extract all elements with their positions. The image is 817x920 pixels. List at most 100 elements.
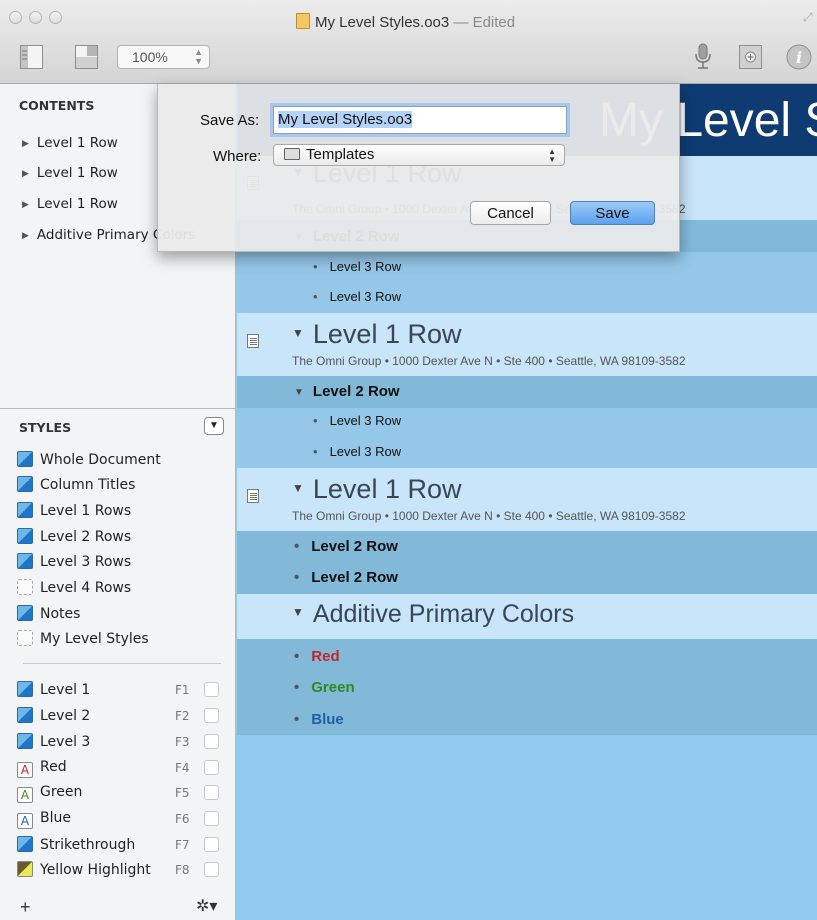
window-title-text: My Level Styles.oo3 [315,14,450,31]
disclosure-triangle-icon[interactable]: ▶ [22,139,29,149]
disclosure-triangle-icon[interactable]: ▼ [294,387,304,398]
level2-label: Level 2 Row [312,383,400,400]
contents-item[interactable]: ▶ Level 1 Row [22,165,118,181]
text-color-a-icon: A [17,787,33,803]
named-style-item[interactable]: Strikethrough F7 [17,836,227,856]
document-icon [296,13,310,29]
style-checkbox[interactable] [204,837,219,852]
style-swatch-icon [17,605,33,621]
named-style-item[interactable]: Yellow Highlight F8 [17,861,227,881]
fullscreen-icon[interactable]: ⤢ [803,10,813,25]
contents-item[interactable]: ▶ Level 1 Row [22,135,118,151]
named-style-item[interactable]: Level 1 F1 [17,681,227,701]
shortcut-key: F7 [175,838,190,852]
style-checkbox[interactable] [204,785,219,800]
named-style-item[interactable]: Level 2 F2 [17,707,227,727]
style-checkbox[interactable] [204,811,219,826]
style-item[interactable]: Level 3 Rows [17,553,227,573]
cancel-button[interactable]: Cancel [470,201,551,225]
styles-menu-button[interactable]: ▼ [204,417,224,435]
level2-row[interactable]: • Red [237,639,817,671]
level3-row[interactable]: • Level 3 Row [237,252,817,282]
style-swatch-icon [17,553,33,569]
style-swatch-icon [17,476,33,492]
style-label: Red [40,759,67,775]
level1-row[interactable]: ▼ Additive Primary Colors [237,594,817,639]
style-swatch-icon [17,502,33,518]
level3-row[interactable]: • Level 3 Row [237,408,817,437]
style-swatch-icon [17,528,33,544]
style-swatch-icon [17,707,33,723]
bullet-icon: • [313,444,318,459]
style-label: Whole Document [40,452,161,468]
additive-colors-label: Additive Primary Colors [312,600,575,628]
add-style-button[interactable]: + [20,897,31,918]
level1-row[interactable]: ▼ Level 1 Row The Omni Group • 1000 Dexte… [237,313,817,376]
style-item[interactable]: Column Titles [17,476,227,496]
close-window-button[interactable] [9,11,22,24]
style-label: Strikethrough [40,837,136,853]
named-style-item[interactable]: A Red F4 [17,759,227,779]
style-item[interactable]: Level 2 Rows [17,528,227,548]
stepper-arrows-icon[interactable]: ▲ ▼ [194,48,203,66]
disclosure-triangle-icon[interactable]: ▶ [22,169,29,179]
named-style-item[interactable]: A Blue F6 [17,810,227,830]
disclosure-triangle-icon[interactable]: ▶ [22,200,29,210]
where-select[interactable]: Templates ▲ ▼ [273,144,565,166]
add-attachment-icon[interactable] [739,45,762,69]
level2-row[interactable]: • Blue [237,703,817,735]
style-label: Level 4 Rows [40,580,132,596]
style-label: Green [40,784,83,800]
style-label: Level 2 [40,708,91,724]
styles-header: STYLES [19,420,72,435]
text-color-a-icon: A [17,762,33,778]
zoom-window-button[interactable] [49,11,62,24]
style-item[interactable]: Level 1 Rows [17,502,227,522]
minimize-window-button[interactable] [29,11,42,24]
contents-item-label: Level 1 Row [36,165,118,181]
level2-row[interactable]: ▼ Level 2 Row [237,376,817,408]
level3-row[interactable]: • Level 3 Row [237,437,817,468]
style-item[interactable]: Whole Document [17,451,227,471]
highlight-swatch-icon [17,861,33,877]
level3-label: Level 3 Row [329,444,402,459]
disclosure-triangle-icon[interactable]: ▼ [292,605,304,619]
save-as-input[interactable]: My Level Styles.oo3 [273,106,567,134]
inspector-pane-icon[interactable] [75,45,98,69]
disclosure-triangle-icon[interactable]: ▼ [292,481,304,495]
sidebar-toggle-icon[interactable] [20,45,43,69]
sidebar-split-divider[interactable] [0,408,236,409]
style-item[interactable]: Level 4 Rows [17,579,227,599]
level2-row[interactable]: • Level 2 Row [237,531,817,562]
microphone-icon[interactable] [693,43,713,71]
style-item[interactable]: Notes [17,605,227,625]
level2-row[interactable]: • Green [237,671,817,703]
level2-row[interactable]: • Level 2 Row [237,562,817,594]
zoom-stepper[interactable]: 100% ▲ ▼ [117,45,210,69]
note-icon[interactable] [247,334,259,348]
save-button[interactable]: Save [570,201,655,225]
disclosure-triangle-icon[interactable]: ▶ [22,231,29,241]
named-style-item[interactable]: A Green F5 [17,784,227,804]
level1-row[interactable]: ▼ Level 1 Row The Omni Group • 1000 Dexte… [237,468,817,531]
empty-style-swatch-icon [17,579,33,595]
bullet-icon: • [294,569,300,586]
info-icon[interactable]: i [786,44,812,70]
disclosure-triangle-icon[interactable]: ▼ [292,326,304,340]
window-title: My Level Styles.oo3 — Edited [296,13,515,31]
style-item[interactable]: My Level Styles [17,630,227,650]
style-checkbox[interactable] [204,708,219,723]
level3-row[interactable]: • Level 3 Row [237,282,817,313]
style-checkbox[interactable] [204,682,219,697]
level3-label: Level 3 Row [329,413,402,428]
style-checkbox[interactable] [204,734,219,749]
style-checkbox[interactable] [204,862,219,877]
bullet-icon: • [313,259,318,274]
style-swatch-icon [17,681,33,697]
contents-item[interactable]: ▶ Level 1 Row [22,196,118,212]
gear-menu-icon[interactable]: ✲▾ [196,896,217,916]
level1-title: ▼ Additive Primary Colors [292,600,574,629]
named-style-item[interactable]: Level 3 F3 [17,733,227,753]
note-icon[interactable] [247,489,259,503]
style-checkbox[interactable] [204,760,219,775]
